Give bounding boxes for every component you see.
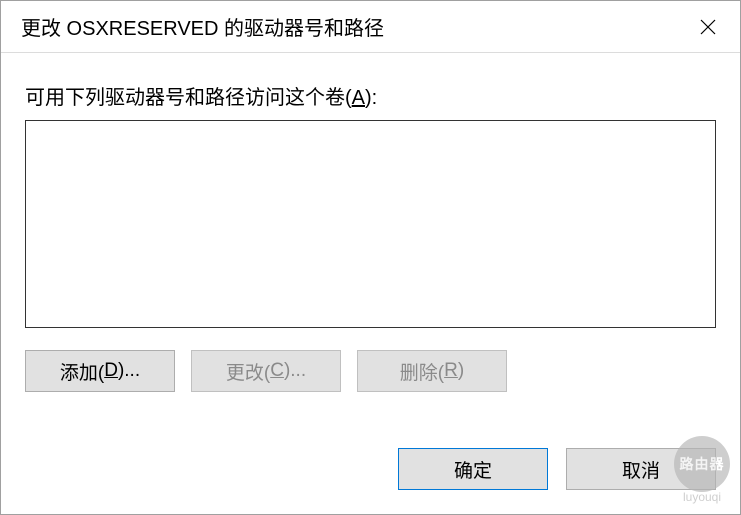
cancel-button[interactable]: 取消 [566, 448, 716, 490]
remove-button-suffix: ) [458, 360, 464, 382]
dialog-window: 更改 OSXRESERVED 的驱动器号和路径 可用下列驱动器号和路径访问这个卷… [0, 0, 741, 515]
drive-paths-listbox[interactable] [25, 120, 716, 328]
change-button-suffix: )... [284, 360, 306, 382]
access-label-prefix: 可用下列驱动器号和路径访问这个卷( [25, 87, 352, 109]
dialog-bottom-row: 确定 取消 [398, 448, 716, 490]
access-label: 可用下列驱动器号和路径访问这个卷(A): [25, 81, 716, 110]
close-button[interactable] [676, 1, 740, 53]
add-button-hotkey: D [104, 360, 118, 382]
change-button: 更改(C)... [191, 350, 341, 392]
ok-button[interactable]: 确定 [398, 448, 548, 490]
remove-button-prefix: 删除( [400, 358, 444, 385]
remove-button-hotkey: R [444, 360, 458, 382]
action-button-row: 添加(D)... 更改(C)... 删除(R) [25, 350, 716, 392]
access-label-hotkey: A [352, 87, 365, 109]
dialog-content: 可用下列驱动器号和路径访问这个卷(A): 添加(D)... 更改(C)... 删… [1, 53, 740, 392]
add-button-prefix: 添加( [60, 358, 104, 385]
change-button-prefix: 更改( [226, 358, 270, 385]
add-button[interactable]: 添加(D)... [25, 350, 175, 392]
titlebar: 更改 OSXRESERVED 的驱动器号和路径 [1, 1, 740, 53]
window-title: 更改 OSXRESERVED 的驱动器号和路径 [21, 12, 384, 41]
change-button-hotkey: C [270, 360, 284, 382]
access-label-suffix: ): [365, 87, 377, 109]
remove-button: 删除(R) [357, 350, 507, 392]
close-icon [700, 19, 716, 35]
watermark-domain: luyouqi [683, 490, 721, 504]
add-button-suffix: )... [118, 360, 140, 382]
